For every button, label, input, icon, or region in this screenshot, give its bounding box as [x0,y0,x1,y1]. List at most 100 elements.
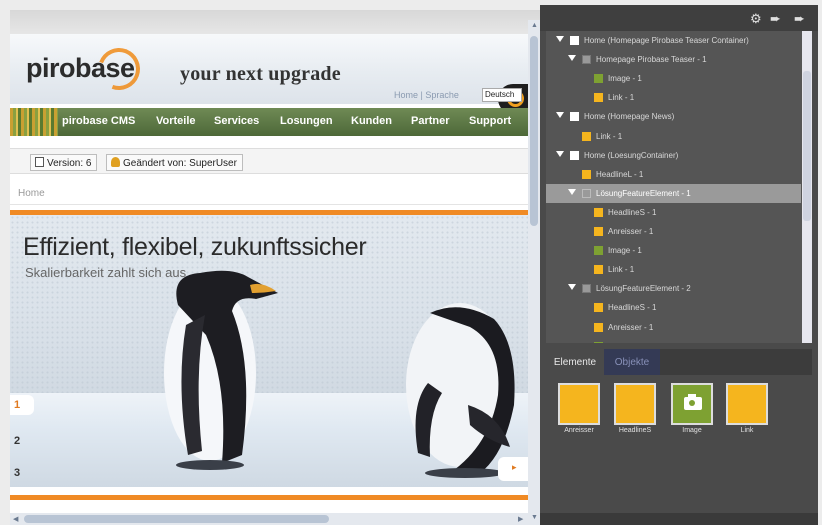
tree-row[interactable]: Anreisser - 1 [546,222,801,241]
expand-toggle-icon[interactable] [568,55,576,62]
headlines-tile[interactable] [614,383,656,425]
tree-row-label: Home (Homepage News) [584,112,675,122]
scroll-up-icon[interactable]: ▲ [531,22,538,29]
node-type-icon [582,131,591,141]
header-link-separator: | [420,90,423,100]
node-type-icon [594,265,603,275]
tree-row-label: Image - 1 [608,246,642,256]
tree-row[interactable]: Home (Homepage News) [546,107,801,126]
tree-row[interactable]: Image - 1 [546,337,801,343]
tree-row[interactable]: Home (LoesungContainer) [546,146,801,165]
gear-icon[interactable]: ⚙ [750,11,762,27]
palette-label: Image [682,427,702,434]
nav-item-losungen[interactable]: Losungen [280,115,333,127]
tree-row[interactable]: Link - 1 [546,127,801,146]
vertical-scrollbar[interactable]: ▲ ▼ [528,20,540,525]
tree-row[interactable]: LösungFeatureElement - 2 [546,279,801,298]
export-icon[interactable]: ➨ [770,11,781,27]
expand-toggle-icon[interactable] [556,112,564,119]
site-logo[interactable]: pirobase [24,41,147,97]
tree-row[interactable]: HeadlineS - 1 [546,298,801,317]
palette-item-image[interactable]: Image [671,383,715,443]
tree-scrollbar[interactable] [802,31,812,343]
node-type-icon [570,112,579,122]
slide-indicator-2[interactable]: 2 [10,431,34,451]
logo-swoosh-icon [91,41,147,97]
nav-item-partner[interactable]: Partner [411,115,450,127]
scrollbar-thumb[interactable] [803,71,811,221]
panel-bottom-strip [540,513,818,525]
tree-row[interactable]: Link - 1 [546,260,801,279]
node-type-icon [594,341,603,343]
tree-row[interactable]: HeadlineS - 1 [546,203,801,222]
tree-row-label: Link - 1 [608,265,635,275]
version-label: Version: 6 [47,158,92,169]
tree-row[interactable]: Link - 1 [546,88,801,107]
header-link-language[interactable]: Sprache [425,90,459,100]
palette-item-link[interactable]: Link [726,383,770,443]
tree-row[interactable]: HeadlineL - 1 [546,165,801,184]
image-tile[interactable] [671,383,713,425]
expand-toggle-icon[interactable] [556,150,564,157]
horizontal-scrollbar[interactable]: ◀ ▶ [10,513,528,525]
tree-row-label: Anreisser - 1 [608,322,654,332]
website-preview: pirobase your next upgrade Home | Sprach… [10,10,540,525]
structure-tree: Home (Homepage Pirobase Teaser Container… [546,31,808,343]
language-select[interactable]: Deutsch [482,88,522,102]
next-slide-button[interactable]: ▸ [498,457,528,481]
expand-toggle-icon[interactable] [568,284,576,291]
tree-row[interactable]: Home (Homepage Pirobase Teaser Container… [546,31,801,50]
divider [10,204,528,205]
node-type-icon [594,303,603,313]
node-type-icon [594,93,603,103]
nav-item-services[interactable]: Services [214,115,259,127]
hero-banner: Effizient, flexibel, zukunftssicher Skal… [10,215,528,487]
scrollbar-thumb[interactable] [530,36,538,226]
node-type-icon [582,169,591,179]
breadcrumb[interactable]: Home [18,188,45,199]
header-link-home[interactable]: Home [394,90,418,100]
import-icon[interactable]: ➨ [794,11,805,27]
scrollbar-thumb[interactable] [24,515,329,523]
palette-label: Link [740,427,754,434]
palette-label: HeadlineS [618,427,652,434]
preview-toolbar-strip [10,10,540,34]
scroll-left-icon[interactable]: ◀ [13,515,18,523]
changed-by-badge[interactable]: Geändert von: SuperUser [106,154,243,171]
nav-item-support[interactable]: Support [469,115,511,127]
scroll-right-icon[interactable]: ▶ [518,515,523,523]
scroll-down-icon[interactable]: ▼ [531,514,538,521]
tab-objekte[interactable]: Objekte [604,349,660,375]
palette-item-headlines[interactable]: HeadlineS [614,383,658,443]
tree-row[interactable]: Image - 1 [546,241,801,260]
tree-row-label: Homepage Pirobase Teaser - 1 [596,55,707,65]
expand-toggle-icon[interactable] [568,188,576,195]
expand-toggle-icon[interactable] [556,36,564,42]
node-type-icon [594,74,603,84]
link-tile[interactable] [726,383,768,425]
main-nav: pirobase CMS Vorteile Services Losungen … [10,108,528,136]
palette-item-anreisser[interactable]: Anreisser [558,383,602,443]
version-badge[interactable]: Version: 6 [30,154,98,171]
slide-indicator-3[interactable]: 3 [10,463,34,483]
hero-headline: Effizient, flexibel, zukunftssicher [23,233,367,261]
camera-icon [684,394,702,410]
tree-row[interactable]: LösungFeatureElement - 1 [546,183,801,203]
nav-item-pirobase-cms[interactable]: pirobase CMS [62,115,135,127]
nav-item-vorteile[interactable]: Vorteile [156,115,196,127]
tree-row-label: Link - 1 [608,93,635,103]
hero-subline: Skalierbarkeit zahlt sich aus [25,265,187,280]
anreisser-tile[interactable] [558,383,600,425]
tab-elemente[interactable]: Elemente [546,349,604,375]
tree-row[interactable]: Anreisser - 1 [546,318,801,337]
tree-row-label: LösungFeatureElement - 2 [596,284,691,294]
node-type-icon [570,150,579,160]
tree-row[interactable]: Image - 1 [546,69,801,88]
nav-item-kunden[interactable]: Kunden [351,115,392,127]
site-tagline: your next upgrade [180,63,341,85]
editor-panel: ⚙ ➨ ➨ Home (Homepage Pirobase Teaser Con… [540,5,818,525]
slide-indicator-1[interactable]: 1 [10,395,34,415]
app-frame: pirobase your next upgrade Home | Sprach… [0,0,822,525]
tree-row[interactable]: Homepage Pirobase Teaser - 1 [546,50,801,69]
node-type-icon [594,207,603,217]
